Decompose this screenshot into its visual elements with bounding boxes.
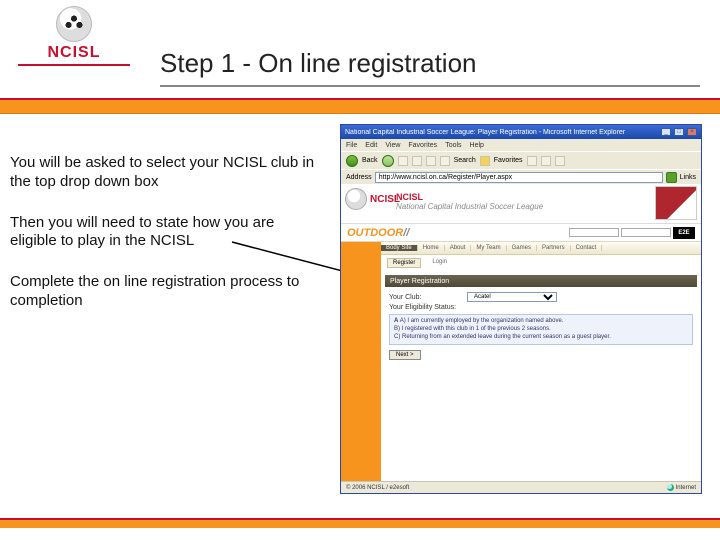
header-orange-bar — [0, 98, 720, 114]
instruction-p3: Complete the on line registration proces… — [10, 273, 320, 311]
webpage-content: NCISL NCISL National Capital Industrial … — [341, 184, 701, 481]
tab-games[interactable]: Games — [507, 245, 537, 251]
internet-zone-icon — [667, 484, 674, 491]
favorites-icon[interactable] — [480, 156, 490, 166]
status-left: © 2006 NCISL / e2esoft — [346, 485, 409, 491]
address-label: Address — [346, 174, 372, 181]
menu-file[interactable]: File — [346, 142, 357, 149]
address-bar: Address http://www.ncisl.on.ca/Register/… — [341, 169, 701, 184]
logo-underline — [18, 64, 130, 66]
minimize-button[interactable]: _ — [661, 128, 671, 136]
player-photo — [655, 186, 697, 220]
slide-header: ✦ NCISL Step 1 - On line registration — [0, 0, 720, 98]
page-body: Body Site Home About My Team Games Partn… — [341, 242, 701, 481]
site-header: NCISL NCISL National Capital Industrial … — [341, 184, 701, 224]
next-button[interactable]: Next > — [389, 350, 421, 360]
site-search-input-2[interactable] — [621, 228, 671, 237]
menu-help[interactable]: Help — [470, 142, 484, 149]
history-icon[interactable] — [527, 156, 537, 166]
menu-view[interactable]: View — [385, 142, 400, 149]
stop-icon[interactable] — [398, 156, 408, 166]
close-button[interactable]: × — [687, 128, 697, 136]
outdoor-label: OUTDOOR// — [347, 227, 409, 239]
home-icon[interactable] — [426, 156, 436, 166]
soccer-ball-icon — [56, 6, 92, 42]
main-nav-tabs: Body Site Home About My Team Games Partn… — [381, 242, 701, 255]
sub-banner: OUTDOOR// E2E — [341, 224, 701, 242]
search-icon[interactable] — [440, 156, 450, 166]
back-button[interactable] — [346, 155, 358, 167]
club-select[interactable]: Acatel — [467, 292, 557, 302]
address-value: http://www.ncisl.on.ca/Register/Player.a… — [379, 174, 512, 181]
ncisl-logo: ✦ NCISL — [18, 6, 130, 66]
search-label: Search — [454, 157, 476, 164]
window-controls: _ □ × — [660, 128, 697, 136]
status-right: Internet — [676, 485, 696, 491]
refresh-icon[interactable] — [412, 156, 422, 166]
menu-tools[interactable]: Tools — [445, 142, 461, 149]
site-search: E2E — [569, 227, 695, 239]
browser-menubar: File Edit View Favorites Tools Help — [341, 139, 701, 151]
elig-option-b[interactable]: B) I registered with this club in 1 of t… — [394, 326, 688, 334]
section-header: Player Registration — [385, 275, 697, 287]
browser-toolbar: Back Search Favorites — [341, 151, 701, 169]
banner-full-name: National Capital Industrial Soccer Leagu… — [396, 202, 543, 211]
league-banner: NCISL National Capital Industrial Soccer… — [396, 192, 651, 211]
tab-home[interactable]: Home — [418, 245, 445, 251]
title-underline — [160, 85, 700, 87]
button-row: Next > — [381, 347, 701, 363]
label-eligibility: Your Eligibility Status: — [389, 304, 461, 311]
window-title: National Capital Industrial Soccer Leagu… — [345, 129, 625, 136]
row-eligibility: Your Eligibility Status: — [381, 303, 701, 312]
banner-acronym: NCISL — [396, 192, 423, 202]
site-search-input[interactable] — [569, 228, 619, 237]
browser-window: National Capital Industrial Soccer Leagu… — [340, 124, 702, 494]
mini-ball-icon — [345, 188, 367, 210]
tab-body-site[interactable]: Body Site — [381, 245, 418, 251]
maximize-button[interactable]: □ — [674, 128, 684, 136]
tab-about[interactable]: About — [445, 245, 472, 251]
mail-icon[interactable] — [541, 156, 551, 166]
tab-partners[interactable]: Partners — [537, 245, 571, 251]
menu-favorites[interactable]: Favorites — [408, 142, 437, 149]
instruction-p2: Then you will need to state how you are … — [10, 214, 320, 252]
page-title: Step 1 - On line registration — [160, 48, 477, 79]
subtab-login[interactable]: Login — [427, 258, 452, 268]
back-label: Back — [362, 157, 378, 164]
site-logo[interactable]: NCISL — [345, 188, 400, 210]
logo-text: NCISL — [18, 44, 130, 62]
sponsor-badge: E2E — [673, 227, 695, 239]
row-club: Your Club: Acatel — [381, 291, 701, 303]
elig-option-a[interactable]: A A) I am currently employed by the orga… — [394, 318, 688, 326]
left-orange-sidebar — [341, 242, 381, 481]
browser-statusbar: © 2006 NCISL / e2esoft Internet — [341, 481, 701, 493]
tab-myteam[interactable]: My Team — [471, 245, 506, 251]
instruction-p1: You will be asked to select your NCISL c… — [10, 154, 320, 192]
main-panel: Body Site Home About My Team Games Partn… — [381, 242, 701, 481]
instruction-text: You will be asked to select your NCISL c… — [10, 154, 320, 333]
label-club: Your Club: — [389, 294, 461, 301]
elig-option-c[interactable]: C) Returning from an extended leave duri… — [394, 334, 688, 342]
status-right-wrap: Internet — [667, 484, 696, 491]
menu-edit[interactable]: Edit — [365, 142, 377, 149]
address-input[interactable]: http://www.ncisl.on.ca/Register/Player.a… — [375, 172, 663, 183]
print-icon[interactable] — [555, 156, 565, 166]
window-titlebar: National Capital Industrial Soccer Leagu… — [341, 125, 701, 139]
links-label: Links — [680, 174, 696, 181]
favorites-label: Favorites — [494, 157, 523, 164]
subtab-register[interactable]: Register — [387, 258, 421, 268]
tab-contact[interactable]: Contact — [571, 245, 603, 251]
footer-orange-bar — [0, 518, 720, 528]
eligibility-options: A A) I am currently employed by the orga… — [389, 314, 693, 345]
go-button[interactable] — [666, 172, 677, 183]
forward-button[interactable] — [382, 155, 394, 167]
slide-content: You will be asked to select your NCISL c… — [0, 114, 720, 514]
